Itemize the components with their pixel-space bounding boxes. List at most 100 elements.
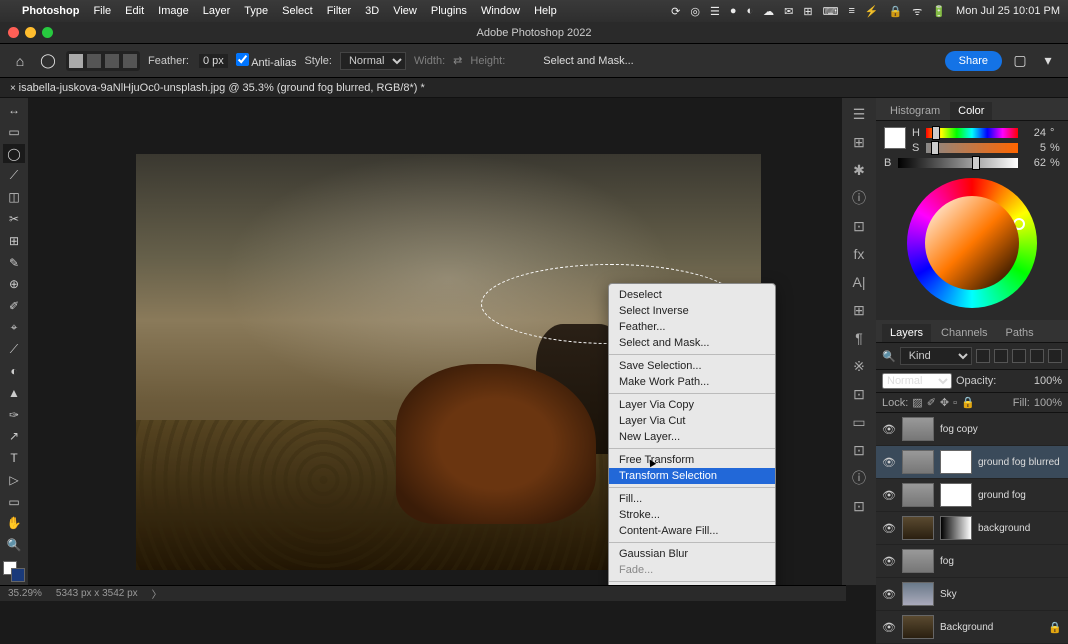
status-icon[interactable]: ● <box>730 5 737 17</box>
tool-button[interactable]: 🔍 <box>3 536 25 555</box>
layer-thumb[interactable] <box>902 516 934 540</box>
tool-button[interactable]: T <box>3 449 25 468</box>
layer-name[interactable]: background <box>978 523 1030 534</box>
minimize-window-button[interactable] <box>25 27 36 38</box>
visibility-toggle-icon[interactable]: 👁 <box>882 456 896 469</box>
selection-mode-buttons[interactable] <box>66 51 140 71</box>
menu-edit[interactable]: Edit <box>125 5 144 17</box>
tool-button[interactable]: ◐ <box>3 362 25 381</box>
dock-panel-icon[interactable]: fx <box>848 244 870 264</box>
tool-button[interactable]: ✐ <box>3 297 25 316</box>
visibility-toggle-icon[interactable]: 👁 <box>882 489 896 502</box>
layer-row[interactable]: 👁fog <box>876 545 1068 578</box>
status-icon[interactable]: ☁ <box>763 5 774 18</box>
layer-row[interactable]: 👁 ground fog blurred <box>876 446 1068 479</box>
status-icon[interactable]: ✉ <box>784 5 793 18</box>
opacity-value[interactable]: 100% <box>1034 375 1062 387</box>
dock-panel-icon[interactable]: ⊡ <box>848 496 870 516</box>
status-icon[interactable]: ≡ <box>848 5 854 17</box>
tab-histogram[interactable]: Histogram <box>882 102 948 120</box>
tool-button[interactable]: ▲ <box>3 384 25 403</box>
visibility-toggle-icon[interactable]: 👁 <box>882 588 896 601</box>
tool-button[interactable]: ⊕ <box>3 275 25 294</box>
layer-mask-thumb[interactable] <box>940 516 972 540</box>
visibility-toggle-icon[interactable]: 👁 <box>882 522 896 535</box>
foreground-swatch[interactable] <box>884 127 906 149</box>
dock-panel-icon[interactable]: A| <box>848 272 870 292</box>
dock-panel-icon[interactable]: ⊡ <box>848 384 870 404</box>
dock-panel-icon[interactable]: ⊡ <box>848 440 870 460</box>
close-window-button[interactable] <box>8 27 19 38</box>
status-icon[interactable]: ⊞ <box>803 5 812 18</box>
filter-smart-icon[interactable] <box>1048 349 1062 363</box>
menu-photoshop[interactable]: Photoshop <box>22 5 79 17</box>
dock-panel-icon[interactable]: ⊡ <box>848 216 870 236</box>
dock-panel-icon[interactable]: ⓘ <box>848 468 870 488</box>
dock-panel-icon[interactable]: ⓘ <box>848 188 870 208</box>
context-menu-item[interactable]: New Layer... <box>609 429 775 445</box>
color-swatches[interactable] <box>3 561 25 582</box>
dock-panel-icon[interactable]: ※ <box>848 356 870 376</box>
layer-name[interactable]: ground fog <box>978 490 1026 501</box>
tool-button[interactable]: ✂ <box>3 210 25 229</box>
context-menu-item[interactable]: Free Transform <box>609 452 775 468</box>
layer-name[interactable]: ground fog blurred <box>978 457 1060 468</box>
tool-button[interactable]: ◯ <box>3 144 25 163</box>
context-menu-item[interactable]: Layer Via Copy <box>609 397 775 413</box>
sat-value[interactable]: 5 <box>1022 142 1046 154</box>
layer-row[interactable]: 👁Background🔒 <box>876 611 1068 644</box>
context-menu-item[interactable]: Save Selection... <box>609 358 775 374</box>
filter-shape-icon[interactable] <box>1030 349 1044 363</box>
layer-thumb[interactable] <box>902 615 934 639</box>
battery-icon[interactable]: 🔋 <box>932 5 946 18</box>
tool-preset-icon[interactable]: ◯ <box>38 51 58 71</box>
dock-panel-icon[interactable]: ☰ <box>848 104 870 124</box>
tab-color[interactable]: Color <box>950 102 992 120</box>
lock-position-icon[interactable]: ✥ <box>940 396 949 409</box>
status-icon[interactable]: ⌨ <box>823 5 839 18</box>
visibility-toggle-icon[interactable]: 👁 <box>882 621 896 634</box>
menu-window[interactable]: Window <box>481 5 520 17</box>
menu-plugins[interactable]: Plugins <box>431 5 467 17</box>
status-icon[interactable]: ◎ <box>690 5 700 18</box>
feather-input[interactable]: 0 px <box>199 54 228 68</box>
maximize-window-button[interactable] <box>42 27 53 38</box>
layer-thumb[interactable] <box>902 417 934 441</box>
document-tab[interactable]: × isabella-juskova-9aNlHjuOc0-unsplash.j… <box>10 82 425 94</box>
menu-file[interactable]: File <box>93 5 111 17</box>
fill-value[interactable]: 100% <box>1034 397 1062 409</box>
workspace-icon[interactable]: ▾ <box>1038 51 1058 71</box>
hue-slider[interactable] <box>926 128 1018 138</box>
context-menu-item[interactable]: Fill... <box>609 491 775 507</box>
status-icon[interactable]: ◐ <box>746 5 753 17</box>
context-menu-item[interactable]: Make Work Path... <box>609 374 775 390</box>
layer-thumb[interactable] <box>902 549 934 573</box>
tool-button[interactable]: ↗ <box>3 427 25 446</box>
lock-artboard-icon[interactable]: ▫ <box>953 397 957 409</box>
layer-name[interactable]: fog copy <box>940 424 978 435</box>
context-menu-item[interactable]: Transform Selection <box>609 468 775 484</box>
context-menu-item[interactable]: Feather... <box>609 319 775 335</box>
tab-channels[interactable]: Channels <box>933 324 995 342</box>
lock-transparency-icon[interactable]: ▨ <box>912 396 922 409</box>
visibility-toggle-icon[interactable]: 👁 <box>882 423 896 436</box>
menu-3d[interactable]: 3D <box>365 5 379 17</box>
style-select[interactable]: Normal <box>340 52 406 70</box>
menu-view[interactable]: View <box>393 5 417 17</box>
wifi-icon[interactable]: ᯤ <box>912 4 922 19</box>
dock-panel-icon[interactable]: ✱ <box>848 160 870 180</box>
antialias-checkbox[interactable]: Anti-alias <box>236 53 297 69</box>
dock-panel-icon[interactable]: ⊞ <box>848 300 870 320</box>
tool-button[interactable]: ↔ <box>3 101 25 120</box>
tool-button[interactable]: ⊞ <box>3 231 25 250</box>
menu-type[interactable]: Type <box>244 5 268 17</box>
context-menu-item[interactable]: Stroke... <box>609 507 775 523</box>
select-and-mask-button[interactable]: Select and Mask... <box>543 55 634 67</box>
menu-filter[interactable]: Filter <box>327 5 351 17</box>
context-menu-item[interactable]: Layer Via Cut <box>609 413 775 429</box>
tool-button[interactable]: ▭ <box>3 123 25 142</box>
status-chevron-icon[interactable]: 〉 <box>152 586 162 601</box>
lock-all-icon[interactable]: 🔒 <box>961 396 975 409</box>
menu-select[interactable]: Select <box>282 5 313 17</box>
tab-paths[interactable]: Paths <box>998 324 1042 342</box>
